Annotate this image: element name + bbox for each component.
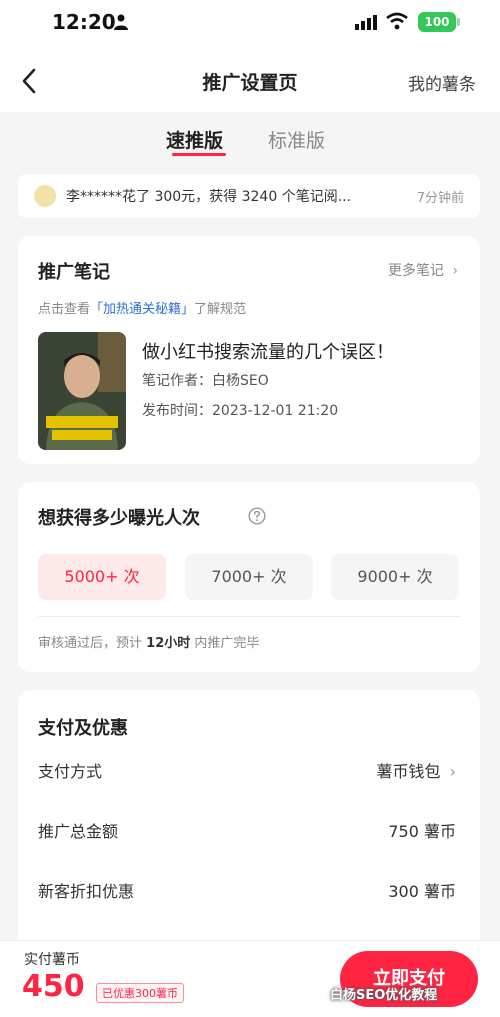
total-amount-value: 750 薯币 bbox=[388, 822, 456, 841]
my-shutiao-link[interactable]: 我的薯条 bbox=[408, 70, 476, 95]
exposure-option-9000[interactable]: 9000+ 次 bbox=[331, 554, 459, 600]
chevron-right-icon: › bbox=[452, 263, 458, 279]
battery-tip bbox=[457, 18, 460, 26]
version-tabs: 速推版 标准版 bbox=[0, 112, 500, 166]
publish-label: 发布时间： bbox=[142, 403, 212, 419]
person-icon bbox=[114, 14, 128, 30]
rule-link[interactable]: 「加热通关秘籍」 bbox=[90, 302, 194, 317]
discount-badge: 已优惠300薯币 bbox=[96, 983, 184, 1003]
pay-method-selector[interactable]: 薯币钱包 › bbox=[376, 758, 456, 782]
review-estimate: 审核通过后，预计 12小时 内推广完毕 bbox=[38, 632, 259, 651]
note-thumbnail-image bbox=[38, 332, 126, 450]
notice-text: 李******花了 300元，获得 3240 个笔记阅... bbox=[66, 189, 352, 205]
actual-pay-label: 实付薯币 bbox=[24, 952, 80, 968]
review-time: 12小时 bbox=[146, 636, 191, 651]
rule-line: 点击查看「加热通关秘籍」了解规范 bbox=[38, 298, 246, 317]
exposure-option-7000[interactable]: 7000+ 次 bbox=[185, 554, 313, 600]
chevron-right-icon: › bbox=[449, 762, 456, 781]
review-prefix: 审核通过后，预计 bbox=[38, 636, 143, 651]
exposure-card: 想获得多少曝光人次 5000+ 次 7000+ 次 9000+ 次 审核通过后，… bbox=[18, 482, 480, 672]
rule-suffix: 了解规范 bbox=[194, 302, 247, 317]
payment-card: 支付及优惠 支付方式 薯币钱包 › 推广总金额 750 薯币 新客折扣优惠 30… bbox=[18, 690, 480, 940]
notice-time: 7分钟前 bbox=[416, 191, 464, 206]
rule-prefix: 点击查看 bbox=[38, 302, 91, 317]
tab-underline bbox=[172, 153, 226, 156]
pay-method-label: 支付方式 bbox=[38, 762, 103, 781]
review-suffix: 内推广完毕 bbox=[194, 636, 260, 651]
new-customer-discount-value: 300 薯币 bbox=[388, 882, 456, 901]
payment-title: 支付及优惠 bbox=[38, 718, 128, 739]
battery-indicator: 100 bbox=[418, 12, 456, 32]
nav-bar: 推广设置页 我的薯条 bbox=[0, 48, 500, 112]
more-notes-link[interactable]: 更多笔记 › bbox=[388, 260, 458, 280]
note-publish-time: 发布时间：2023-12-01 21:20 bbox=[142, 400, 338, 420]
exposure-option-5000[interactable]: 5000+ 次 bbox=[38, 554, 166, 600]
more-notes-label: 更多笔记 bbox=[387, 263, 444, 279]
exposure-divider bbox=[38, 616, 460, 617]
author-name: 白杨SEO bbox=[212, 373, 269, 389]
actual-pay-amount: 450 bbox=[22, 969, 85, 1004]
pay-method-value: 薯币钱包 bbox=[376, 762, 441, 781]
help-icon[interactable] bbox=[248, 507, 266, 525]
note-title: 做小红书搜索流量的几个误区！ bbox=[142, 342, 394, 363]
new-customer-discount-label: 新客折扣优惠 bbox=[38, 882, 135, 901]
promo-note-title: 推广笔记 bbox=[38, 262, 110, 283]
promo-note-card: 推广笔记 更多笔记 › 点击查看「加热通关秘籍」了解规范 做小红书搜索流量的几个… bbox=[18, 236, 480, 464]
wifi-icon bbox=[386, 12, 408, 30]
note-thumbnail[interactable] bbox=[38, 332, 126, 450]
bottom-pay-bar: 实付薯币 450 已优惠300薯币 立即支付 bbox=[0, 940, 500, 1017]
status-time: 12:20 bbox=[52, 10, 116, 34]
notice-avatar bbox=[34, 185, 56, 207]
author-label: 笔记作者： bbox=[142, 373, 212, 389]
publish-time: 2023-12-01 21:20 bbox=[212, 403, 339, 419]
signal-icon bbox=[355, 15, 377, 30]
status-bar: 12:20 100 bbox=[0, 0, 500, 48]
exposure-title: 想获得多少曝光人次 bbox=[38, 508, 200, 529]
watermark: 白杨SEO优化教程 bbox=[330, 988, 438, 1003]
total-amount-label: 推广总金额 bbox=[38, 822, 119, 841]
tab-standard[interactable]: 标准版 bbox=[268, 126, 325, 153]
note-author: 笔记作者：白杨SEO bbox=[142, 370, 269, 390]
tab-quick[interactable]: 速推版 bbox=[166, 126, 223, 153]
recent-purchase-notice: 李******花了 300元，获得 3240 个笔记阅... 7分钟前 bbox=[18, 174, 480, 218]
